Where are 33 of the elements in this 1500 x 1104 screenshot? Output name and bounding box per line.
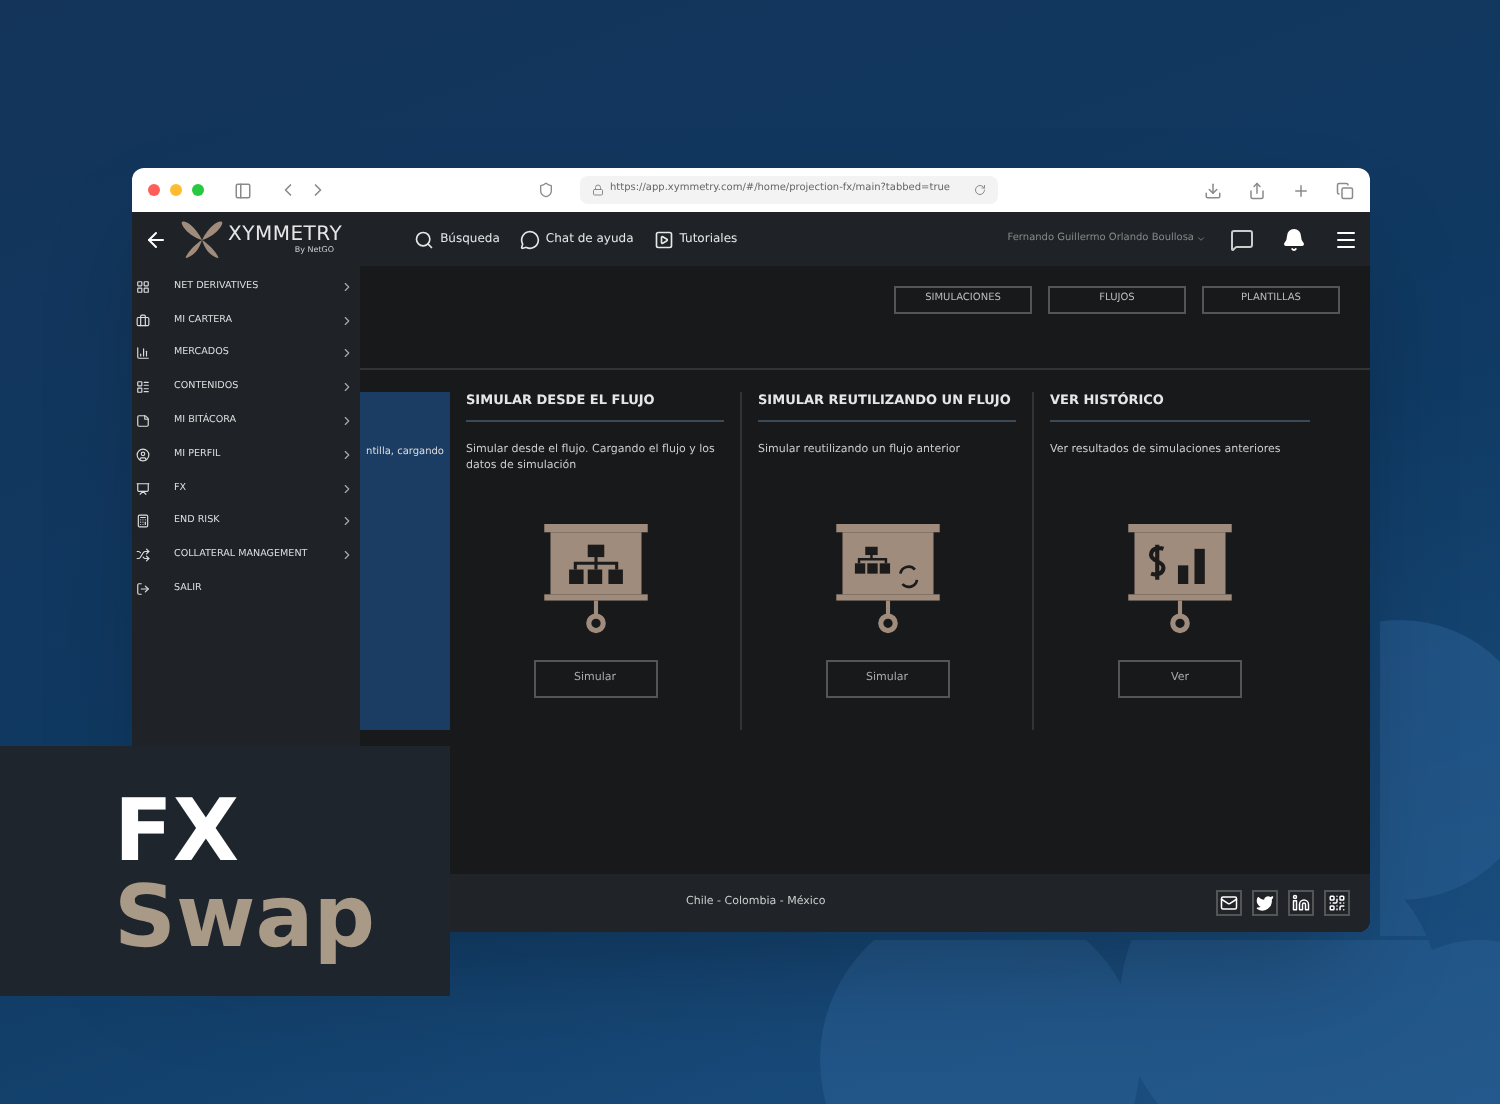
bar-chart-icon (136, 346, 150, 361)
linkedin-icon[interactable] (1288, 890, 1314, 916)
share-icon[interactable] (1248, 181, 1266, 199)
twitter-icon[interactable] (1252, 890, 1278, 916)
new-tab-icon[interactable] (1292, 181, 1310, 199)
tabs-icon[interactable] (1336, 181, 1354, 199)
user-icon (136, 447, 150, 462)
mail-icon[interactable] (1216, 890, 1242, 916)
grid-icon (136, 279, 150, 294)
caret-icon (1196, 234, 1206, 244)
note-icon (136, 414, 150, 429)
logout-icon (136, 582, 150, 597)
back-arrow-icon[interactable] (144, 227, 168, 251)
overlay-subtitle: Swap (114, 876, 377, 962)
briefcase-icon (136, 313, 150, 328)
chat-icon[interactable] (1230, 227, 1254, 251)
overlay-title: FX (114, 790, 242, 876)
list-icon (136, 380, 150, 395)
shield-icon (538, 182, 554, 198)
bell-icon[interactable] (1282, 227, 1306, 251)
brand-name: XYMMETRY (228, 225, 343, 245)
lock-icon (592, 184, 604, 196)
calculator-icon (136, 514, 150, 529)
video-icon (653, 229, 674, 249)
butterfly-logo-icon (180, 219, 224, 259)
presentation-icon (136, 481, 150, 496)
chat-bubble-icon (519, 229, 540, 249)
shuffle-icon (136, 548, 150, 563)
menu-icon[interactable] (1334, 227, 1358, 251)
search-icon (414, 229, 435, 249)
sidebar-icon[interactable] (234, 181, 252, 199)
download-icon[interactable] (1204, 181, 1222, 199)
reload-icon[interactable] (974, 184, 986, 196)
